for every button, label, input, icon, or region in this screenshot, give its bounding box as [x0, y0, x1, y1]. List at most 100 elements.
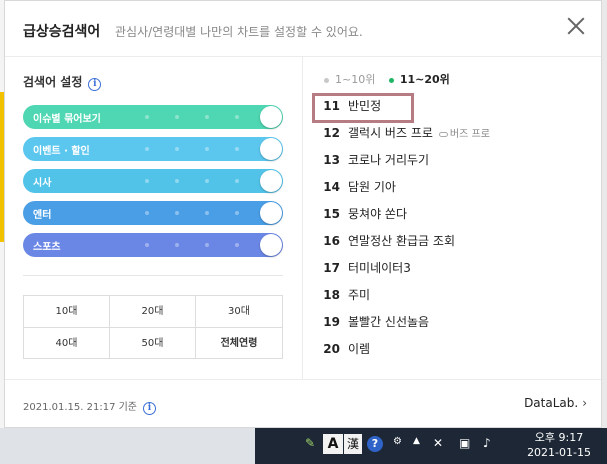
rank-keyword: 이렘	[348, 342, 371, 356]
rank-number: 16	[323, 234, 340, 248]
rank-item[interactable]: 18 주미	[318, 286, 370, 308]
rank-number: 15	[323, 207, 340, 221]
info-icon[interactable]: i	[143, 402, 157, 415]
toggle-knob	[260, 202, 282, 224]
rank-tabs: 1~10위 11~20위	[324, 71, 460, 87]
rank-number: 11	[323, 99, 340, 113]
rank-keyword: 뭉쳐야 쏜다	[348, 207, 408, 221]
toggle-knob	[260, 138, 282, 160]
rank-item[interactable]: 15 뭉쳐야 쏜다	[318, 205, 407, 227]
rank-keyword: 터미네이터3	[348, 261, 411, 275]
age-option-30s[interactable]: 30대	[196, 296, 282, 328]
toggle-events-discounts[interactable]: 이벤트 · 할인	[23, 137, 283, 161]
rank-number: 20	[323, 342, 340, 356]
toggle-sports[interactable]: 스포츠	[23, 233, 283, 257]
age-option-50s[interactable]: 50대	[110, 328, 196, 359]
ranking-list: 1~10위 11~20위 11 반민정 12 갤럭시 버즈 프로 버즈 프로 13 코로…	[304, 57, 601, 379]
windows-taskbar: ✎ A 漢 ? ⚙ ▲ ✕ ▣ ♪ 오후 9:17 2021-01-15	[0, 428, 607, 464]
toggle-knob	[260, 170, 282, 192]
tab-bullet	[388, 77, 394, 83]
rank-item[interactable]: 17 터미네이터3	[318, 259, 411, 281]
link-icon	[438, 131, 448, 137]
hanja-icon[interactable]: 漢	[344, 434, 362, 454]
update-time-text: 2021.01.15. 21:17 기준	[23, 402, 138, 413]
panel-title: 급상승검색어	[23, 24, 101, 40]
rank-keyword: 연말정산 환급금 조회	[348, 234, 455, 248]
datalab-label: DataLab.	[524, 396, 579, 410]
toggle-label: 시사	[33, 178, 52, 189]
panel-header: 급상승검색어 관심사/연령대별 나만의 차트를 설정할 수 있어요.	[5, 1, 601, 57]
rank-item[interactable]: 12 갤럭시 버즈 프로 버즈 프로	[318, 124, 490, 146]
clock-date: 2021-01-15	[527, 446, 591, 459]
ime-tool-icon[interactable]: ✎	[305, 436, 315, 450]
age-option-40s[interactable]: 40대	[24, 328, 110, 359]
show-hidden-icons-icon[interactable]: ▲	[413, 436, 420, 446]
rank-keyword: 주미	[348, 288, 371, 302]
age-option-10s[interactable]: 10대	[24, 296, 110, 328]
rank-item[interactable]: 11 반민정	[318, 97, 381, 119]
toggle-track-dot	[145, 115, 149, 119]
toggle-track-dot	[175, 243, 179, 247]
related-keyword-text: 버즈 프로	[449, 129, 490, 140]
toggle-label: 스포츠	[33, 242, 61, 253]
rank-keyword: 담원 기아	[348, 180, 396, 194]
toggle-track-dot	[175, 115, 179, 119]
rank-item[interactable]: 19 볼빨간 신선놀음	[318, 313, 429, 335]
tab-rank-1-10[interactable]: 1~10위	[324, 71, 375, 87]
rank-item[interactable]: 14 담원 기아	[318, 178, 396, 200]
tab-rank-11-20[interactable]: 11~20위	[388, 71, 450, 87]
toggle-current-affairs[interactable]: 시사	[23, 169, 283, 193]
keyword-settings: 검색어 설정 i 이슈별 묶어보기 이벤트 · 할인 시사 엔터 스포츠 10대…	[5, 57, 303, 379]
system-tray: ✎ A 漢 ? ⚙ ▲ ✕ ▣ ♪ 오후 9:17 2021-01-15	[255, 428, 607, 464]
settings-title-text: 검색어 설정	[23, 75, 83, 89]
toggle-track-dot	[145, 243, 149, 247]
toggle-track-dot	[205, 147, 209, 151]
toggle-track-dot	[235, 243, 239, 247]
toggle-label: 이벤트 · 할인	[33, 146, 90, 157]
volume-icon[interactable]: ♪	[483, 436, 491, 450]
rank-item[interactable]: 13 코로나 거리두기	[318, 151, 429, 173]
action-center-icon[interactable]: ▣	[459, 436, 470, 450]
chevron-right-icon: ›	[582, 396, 587, 410]
rank-number: 19	[323, 315, 340, 329]
settings-tray-icon[interactable]: ⚙	[393, 436, 402, 447]
toggle-track-dot	[205, 243, 209, 247]
toggle-track-dot	[145, 147, 149, 151]
toggle-knob	[260, 106, 282, 128]
toggle-track-dot	[175, 179, 179, 183]
trending-keywords-panel: 급상승검색어 관심사/연령대별 나만의 차트를 설정할 수 있어요. 검색어 설…	[4, 0, 602, 428]
toggle-issue-grouping[interactable]: 이슈별 묶어보기	[23, 105, 283, 129]
toggle-entertainment[interactable]: 엔터	[23, 201, 283, 225]
settings-divider	[23, 275, 283, 276]
close-icon[interactable]	[565, 15, 587, 37]
rank-number: 17	[323, 261, 340, 275]
tab-label: 11~20위	[399, 73, 450, 86]
settings-title: 검색어 설정 i	[23, 73, 102, 91]
network-error-icon[interactable]: ✕	[433, 436, 443, 450]
ime-mode-icon[interactable]: A	[323, 434, 343, 454]
rank-item[interactable]: 16 연말정산 환급금 조회	[318, 232, 455, 254]
toggle-track-dot	[205, 115, 209, 119]
rank-keyword: 갤럭시 버즈 프로	[348, 126, 433, 140]
system-clock[interactable]: 오후 9:17 2021-01-15	[527, 430, 591, 460]
update-time: 2021.01.15. 21:17 기준 i	[23, 398, 157, 415]
rank-item[interactable]: 20 이렘	[318, 340, 370, 362]
panel-footer: 2021.01.15. 21:17 기준 i DataLab. ›	[5, 379, 601, 427]
age-option-20s[interactable]: 20대	[110, 296, 196, 328]
related-keyword: 버즈 프로	[438, 129, 490, 140]
toggle-track-dot	[205, 179, 209, 183]
rank-keyword: 코로나 거리두기	[348, 153, 430, 167]
rank-number: 18	[323, 288, 340, 302]
rank-keyword: 볼빨간 신선놀음	[348, 315, 430, 329]
info-icon[interactable]: i	[88, 78, 102, 91]
rank-number: 14	[323, 180, 340, 194]
tab-label: 1~10위	[335, 73, 376, 86]
toggle-track-dot	[205, 211, 209, 215]
age-option-all[interactable]: 전체연령	[196, 328, 282, 359]
datalab-link[interactable]: DataLab. ›	[524, 396, 587, 410]
toggle-track-dot	[175, 211, 179, 215]
help-icon[interactable]: ?	[367, 436, 383, 452]
toggle-knob	[260, 234, 282, 256]
toggle-track-dot	[145, 179, 149, 183]
rank-number: 12	[323, 126, 340, 140]
